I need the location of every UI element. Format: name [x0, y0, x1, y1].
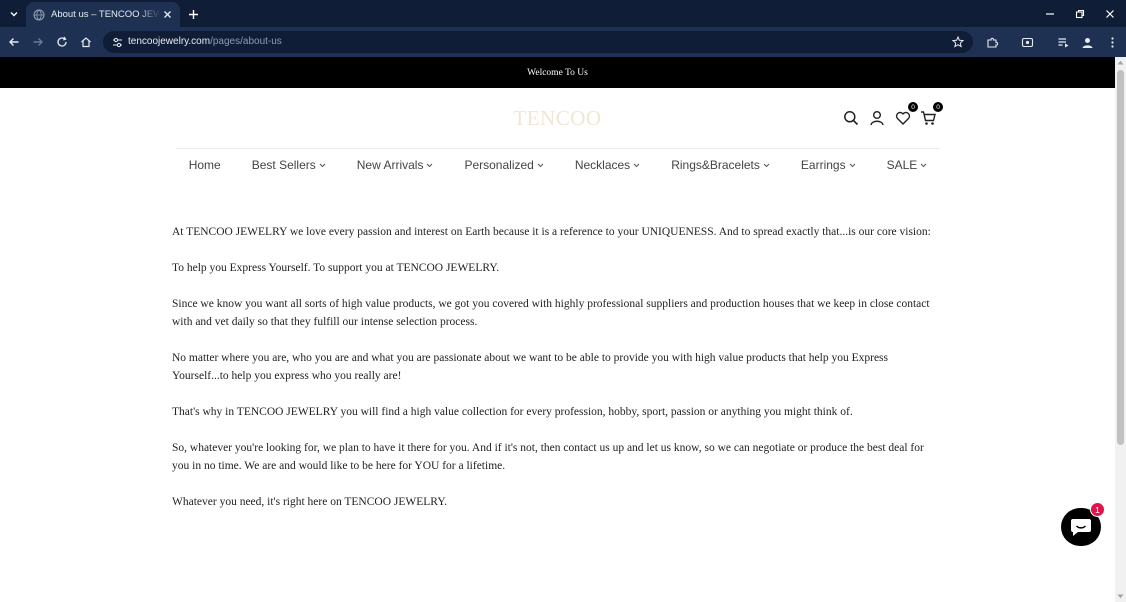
content-paragraph: Since we know you want all sorts of high…: [172, 298, 930, 328]
chevron-down-icon: [319, 163, 326, 168]
url-path: /pages/about-us: [210, 36, 282, 47]
nav-item-label: New Arrivals: [356, 158, 424, 172]
user-icon: [870, 111, 884, 126]
search-button[interactable]: [842, 109, 860, 127]
close-window-button[interactable]: [1101, 5, 1119, 23]
chevron-down-icon: [763, 163, 770, 168]
triangle-down-icon: [1117, 594, 1124, 599]
browser-tab-active[interactable]: About us – TENCOO JEWELRY: [26, 2, 180, 27]
chevron-down-icon: [10, 12, 18, 17]
media-control-button[interactable]: [1055, 34, 1071, 50]
chevron-down-icon: [920, 163, 927, 168]
heart-icon: [895, 111, 911, 125]
plus-icon: [188, 9, 198, 19]
tune-icon: [112, 37, 122, 47]
page-scrollbar[interactable]: [1115, 57, 1126, 602]
main-navigation: Home Best Sellers New Arrivals Personali…: [176, 157, 940, 173]
close-icon: [163, 11, 171, 18]
arrow-right-icon: [33, 38, 43, 46]
address-bar[interactable]: tencoojewelry.com/pages/about-us: [103, 31, 973, 53]
nav-item-necklaces[interactable]: Necklaces: [575, 157, 640, 173]
home-button[interactable]: [78, 34, 94, 50]
scroll-down-button[interactable]: [1115, 591, 1126, 602]
tab-close-button[interactable]: [160, 8, 174, 22]
url-host: tencoojewelry.com: [128, 36, 211, 47]
nav-item-new-arrivals[interactable]: New Arrivals: [357, 157, 434, 173]
header-divider: [176, 148, 940, 149]
restore-icon: [1075, 9, 1085, 19]
wishlist-button[interactable]: 0: [894, 102, 918, 127]
content-paragraph: At TENCOO JEWELRY we love every passion …: [172, 226, 931, 238]
nav-item-label: Rings&Bracelets: [671, 158, 760, 172]
cart-count-badge: 0: [933, 102, 943, 112]
back-button[interactable]: [6, 34, 22, 50]
scrollbar-thumb[interactable]: [1117, 70, 1124, 445]
arrow-left-icon: [9, 38, 19, 46]
puzzle-icon: [986, 37, 998, 48]
reload-icon: [57, 36, 67, 47]
content-paragraph: So, whatever you're looking for, we plan…: [172, 442, 924, 472]
minimize-icon: [1046, 13, 1054, 15]
nav-item-best-sellers[interactable]: Best Sellers: [252, 157, 326, 173]
content-paragraph: To help you Express Yourself. To support…: [172, 262, 500, 274]
cart-icon: [920, 111, 936, 125]
browser-menu-button[interactable]: [1104, 34, 1120, 50]
scroll-up-button[interactable]: [1115, 57, 1126, 68]
screenshot-button[interactable]: [1019, 34, 1035, 50]
content-paragraph: Whatever you need, it's right here on TE…: [172, 496, 448, 508]
wishlist-count-badge: 0: [908, 102, 918, 112]
star-icon: [952, 36, 964, 48]
nav-item-label: Personalized: [464, 158, 534, 172]
nav-item-home[interactable]: Home: [189, 157, 221, 173]
more-vertical-icon: [1110, 36, 1114, 48]
playlist-icon: [1058, 37, 1068, 47]
chat-bubble-icon: [1071, 519, 1091, 536]
chevron-down-icon: [633, 163, 640, 168]
url-text: tencoojewelry.com/pages/about-us: [128, 36, 282, 47]
browser-toolbar: tencoojewelry.com/pages/about-us: [0, 27, 1126, 57]
account-button[interactable]: [868, 109, 886, 127]
tab-search-button[interactable]: [6, 6, 22, 22]
nav-item-earrings[interactable]: Earrings: [801, 157, 856, 173]
browser-tab-strip: About us – TENCOO JEWELRY: [0, 0, 1126, 27]
minimize-button[interactable]: [1041, 5, 1059, 23]
chevron-down-icon: [426, 163, 433, 168]
announcement-bar: Welcome To Us: [0, 57, 1115, 88]
restore-button[interactable]: [1071, 5, 1089, 23]
nav-item-rings-bracelets[interactable]: Rings&Bracelets: [671, 157, 770, 173]
content-paragraph: No matter where you are, who you are and…: [172, 352, 888, 382]
extensions-button[interactable]: [984, 34, 1000, 50]
site-info-button[interactable]: [110, 35, 124, 49]
new-tab-button[interactable]: [185, 6, 201, 22]
about-us-content: At TENCOO JEWELRY we love every passion …: [172, 223, 942, 529]
site-logo[interactable]: TENCOO: [0, 106, 1115, 131]
bookmark-button[interactable]: [951, 35, 965, 49]
home-icon: [81, 37, 91, 48]
nav-item-label: Necklaces: [574, 158, 631, 172]
search-icon: [844, 111, 859, 126]
cart-button[interactable]: 0: [919, 102, 943, 127]
chevron-down-icon: [849, 163, 856, 168]
triangle-up-icon: [1117, 60, 1124, 65]
tab-title: About us – TENCOO JEWELRY: [51, 9, 160, 20]
nav-item-label: Earrings: [800, 158, 846, 172]
content-paragraph: That's why in TENCOO JEWELRY you will fi…: [172, 406, 853, 418]
announcement-text: Welcome To Us: [527, 67, 588, 78]
close-icon: [1106, 10, 1114, 18]
chat-unread-badge: 1: [1090, 502, 1105, 517]
screen-capture-icon: [1021, 37, 1033, 47]
nav-item-label: Home: [188, 158, 221, 172]
chevron-down-icon: [537, 163, 544, 168]
nav-item-label: SALE: [886, 158, 918, 172]
profile-icon: [1082, 37, 1092, 48]
reload-button[interactable]: [54, 34, 70, 50]
forward-button[interactable]: [30, 34, 46, 50]
globe-icon: [33, 9, 45, 21]
nav-item-label: Best Sellers: [251, 158, 316, 172]
profile-button[interactable]: [1079, 34, 1095, 50]
nav-item-personalized[interactable]: Personalized: [464, 157, 544, 173]
nav-item-sale[interactable]: SALE: [887, 157, 928, 173]
page-viewport: Welcome To Us TENCOO 0 0 Home Best Selle…: [0, 57, 1126, 602]
